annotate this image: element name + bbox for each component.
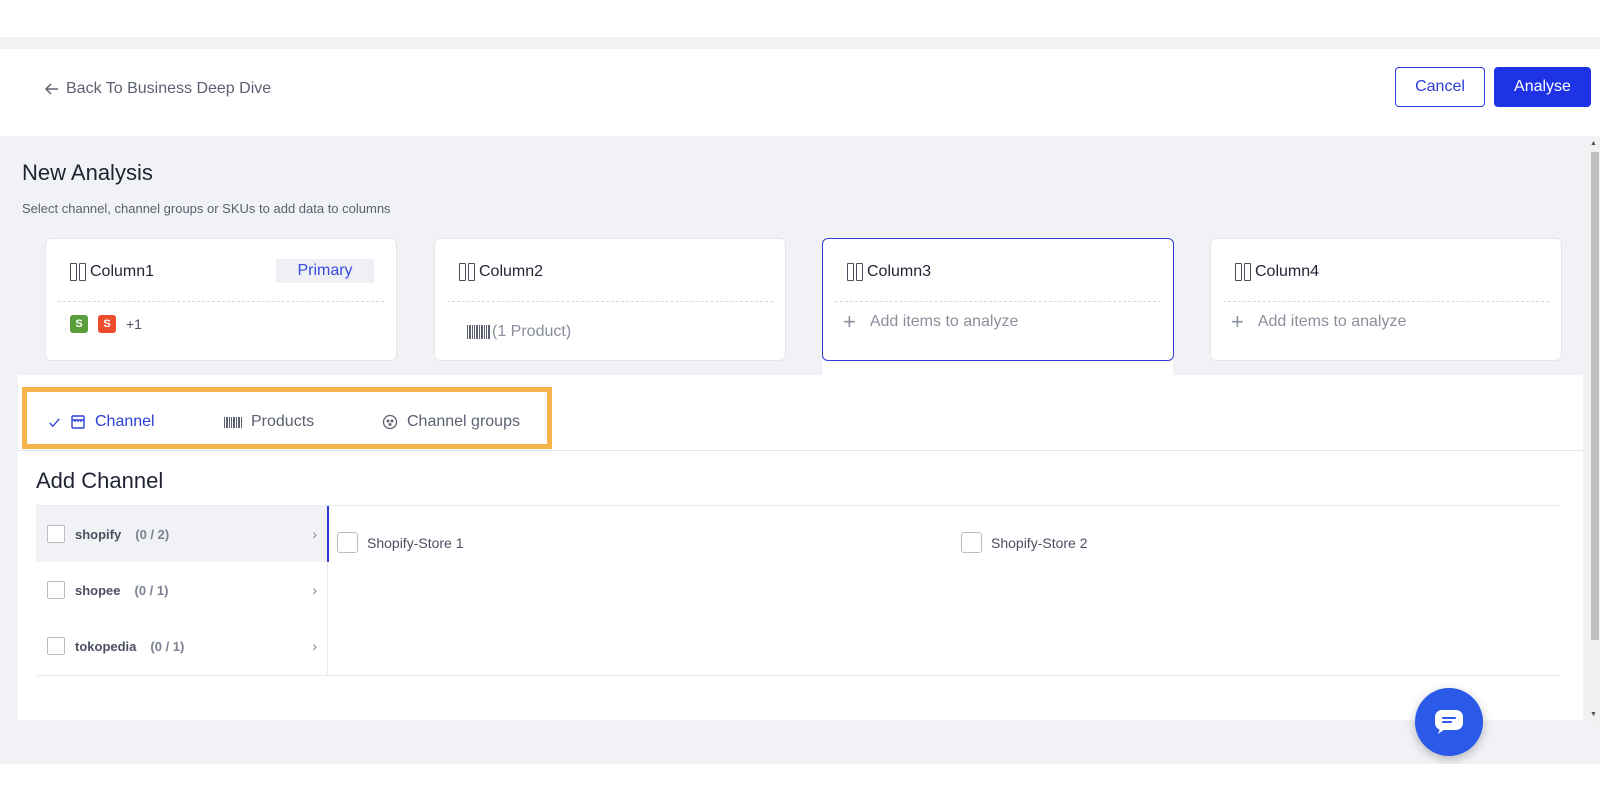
tab-products[interactable]: Products: [224, 413, 314, 431]
channel-row-shopee[interactable]: shopee (0 / 1) ›: [36, 562, 327, 618]
channel-name: shopify: [75, 526, 122, 542]
barcode-icon: [467, 325, 490, 339]
column-summary: (1 Product): [492, 323, 572, 340]
chat-button[interactable]: [1415, 688, 1483, 756]
chevron-right-icon: ›: [312, 526, 317, 542]
column-card-3[interactable]: Column3 + Add items to analyze: [822, 238, 1174, 361]
column-name: Column1: [90, 263, 155, 280]
divider: [36, 675, 1560, 676]
tab-products-label: Products: [251, 413, 315, 430]
channel-row-shopify[interactable]: shopify (0 / 2) ›: [36, 506, 327, 562]
channel-row-tokopedia[interactable]: tokopedia (0 / 1) ›: [36, 618, 327, 674]
chat-icon: [1435, 710, 1463, 734]
channel-count: (0 / 1): [134, 582, 169, 598]
barcode-icon: [224, 416, 242, 428]
shopify-logo-icon: S: [70, 315, 88, 333]
arrow-left-icon: [44, 83, 58, 95]
channel-name: shopee: [75, 582, 121, 598]
extra-count: +1: [126, 316, 142, 332]
add-items-label: Add items to analyze: [1257, 313, 1407, 330]
chevron-right-icon: ›: [312, 638, 317, 654]
columns-icon: [459, 263, 475, 281]
tab-channel-groups-label: Channel groups: [407, 413, 520, 430]
scroll-down-icon[interactable]: ▼: [1590, 711, 1597, 718]
store-option-1[interactable]: Shopify-Store 1: [337, 532, 464, 553]
active-row-indicator: [327, 506, 329, 562]
panel-title: Add Channel: [36, 468, 164, 493]
shopee-logo-icon: S: [98, 315, 116, 333]
divider: [58, 301, 384, 302]
tab-channel[interactable]: Channel: [48, 413, 155, 431]
store-checkbox[interactable]: [337, 532, 358, 553]
scroll-up-icon[interactable]: ▲: [1590, 140, 1597, 147]
scrollbar-thumb[interactable]: [1591, 152, 1599, 640]
channel-checkbox[interactable]: [47, 637, 65, 655]
column-name: Column3: [867, 263, 932, 280]
bottom-strip: [0, 764, 1600, 800]
divider: [447, 301, 773, 302]
store-label: Shopify-Store 2: [991, 534, 1088, 551]
channel-checkbox[interactable]: [47, 581, 65, 599]
store-label: Shopify-Store 1: [367, 534, 464, 551]
column-card-2[interactable]: Column2 (1 Product): [434, 238, 786, 361]
channel-name: tokopedia: [75, 638, 137, 654]
columns-icon: [70, 263, 86, 281]
tab-channel-label: Channel: [95, 413, 155, 430]
cancel-button[interactable]: Cancel: [1395, 67, 1485, 107]
chevron-right-icon: ›: [312, 582, 317, 598]
plus-icon: +: [843, 309, 856, 334]
check-icon: [49, 417, 60, 427]
add-items-label: Add items to analyze: [869, 313, 1019, 330]
page-subtitle: Select channel, channel groups or SKUs t…: [22, 201, 391, 216]
plus-icon: +: [1231, 309, 1244, 334]
back-link-label: Back To Business Deep Dive: [66, 80, 272, 97]
column-name: Column2: [479, 263, 544, 280]
active-column-connector: [822, 361, 1173, 375]
channel-count: (0 / 1): [150, 638, 185, 654]
page-title: New Analysis: [22, 160, 153, 185]
tab-channel-groups[interactable]: Channel groups: [382, 413, 520, 431]
add-items-link[interactable]: + Add items to analyze: [843, 311, 1018, 333]
primary-badge: Primary: [276, 259, 374, 283]
add-items-link[interactable]: + Add items to analyze: [1231, 311, 1406, 333]
channel-checkbox[interactable]: [47, 525, 65, 543]
back-link[interactable]: Back To Business Deep Dive: [44, 80, 271, 98]
column-card-4[interactable]: Column4 + Add items to analyze: [1210, 238, 1562, 361]
divider: [835, 301, 1161, 302]
channel-count: (0 / 2): [135, 526, 170, 542]
divider: [1223, 301, 1549, 302]
top-strip: [0, 37, 1600, 49]
column-card-1[interactable]: Column1 Primary S S +1: [45, 238, 397, 361]
store-icon: [71, 415, 85, 429]
column-name: Column4: [1255, 263, 1320, 280]
group-icon: [382, 414, 398, 430]
columns-icon: [847, 263, 863, 281]
store-checkbox[interactable]: [961, 532, 982, 553]
columns-icon: [1235, 263, 1251, 281]
store-option-2[interactable]: Shopify-Store 2: [961, 532, 1088, 553]
analyse-button[interactable]: Analyse: [1494, 67, 1591, 107]
